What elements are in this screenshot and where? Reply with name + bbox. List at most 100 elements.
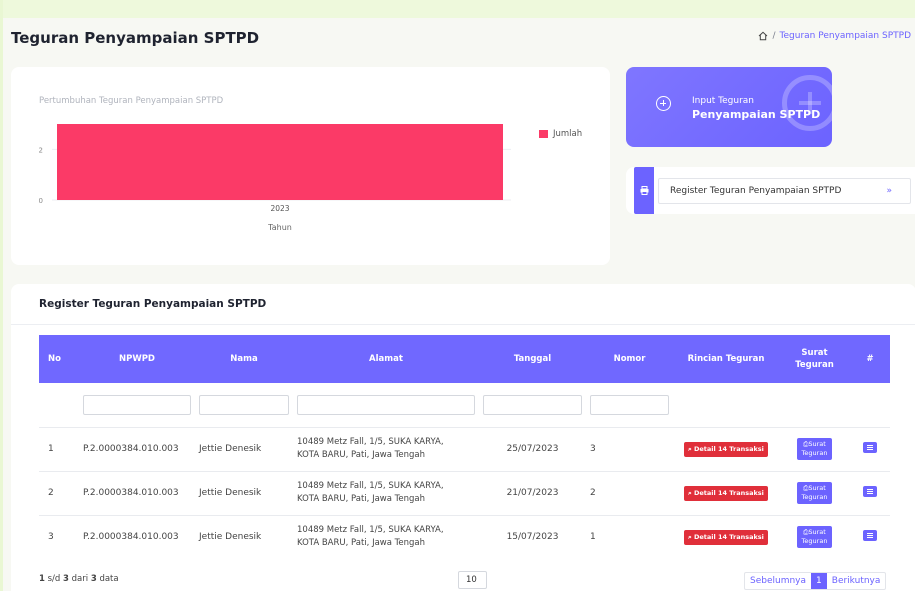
cell-surat: ⎙Surat Teguran bbox=[779, 426, 850, 471]
legend-swatch bbox=[539, 130, 548, 138]
pagination: Sebelumnya 1 Berikutnya bbox=[744, 572, 887, 590]
cell-surat: ⎙Surat Teguran bbox=[779, 470, 850, 515]
cell-rincian: ⌕ Detail 14 Transaksi bbox=[673, 470, 779, 515]
alamat-line1: 10489 Metz Fall, 1/5, SUKA KARYA, bbox=[297, 437, 444, 447]
table-row: 1 P.2.0000384.010.003 Jettie Denesik 104… bbox=[39, 426, 890, 471]
filter-cell-empty bbox=[850, 383, 890, 427]
surat-label-2: Teguran bbox=[801, 537, 828, 546]
register-teguran-label: Register Teguran Penyampaian SPTPD bbox=[670, 186, 842, 196]
cell-tanggal: 25/07/2023 bbox=[479, 426, 586, 471]
chart-legend[interactable]: Jumlah bbox=[539, 129, 582, 139]
column-header-no[interactable]: No bbox=[39, 335, 79, 383]
detail-transaksi-button[interactable]: ⌕ Detail 14 Transaksi bbox=[684, 529, 768, 545]
y-tick-label: 0 bbox=[39, 197, 43, 205]
alamat-line1: 10489 Metz Fall, 1/5, SUKA KARYA, bbox=[297, 525, 444, 536]
column-header-surat[interactable]: Surat Teguran bbox=[779, 335, 850, 383]
surat-teguran-button[interactable]: ⎙Surat Teguran bbox=[796, 526, 833, 549]
surat-label-1: Surat bbox=[808, 484, 826, 492]
filter-cell-empty bbox=[779, 383, 850, 427]
info-sd: s/d bbox=[47, 574, 61, 584]
list-icon[interactable] bbox=[863, 530, 877, 542]
cell-alamat: 10489 Metz Fall, 1/5, SUKA KARYA, KOTA B… bbox=[293, 470, 479, 515]
list-icon[interactable] bbox=[863, 442, 877, 453]
cell-tanggal: 21/07/2023 bbox=[479, 470, 586, 515]
filter-row bbox=[39, 383, 890, 427]
detail-transaksi-button[interactable]: ⌕ Detail 14 Transaksi bbox=[684, 441, 768, 457]
surat-label-2: Teguran bbox=[801, 493, 828, 501]
bar bbox=[57, 124, 503, 200]
column-header-alamat[interactable]: Alamat bbox=[293, 335, 479, 383]
info-from: 1 bbox=[39, 574, 45, 584]
cell-npwpd: P.2.0000384.010.003 bbox=[79, 426, 195, 471]
cell-alamat: 10489 Metz Fall, 1/5, SUKA KARYA, KOTA B… bbox=[293, 426, 479, 471]
surat-label-2: Teguran bbox=[801, 449, 828, 457]
column-header-npwpd[interactable]: NPWPD bbox=[79, 335, 195, 383]
column-header-nomor[interactable]: Nomor bbox=[586, 335, 673, 383]
page-title: Teguran Penyampaian SPTPD bbox=[11, 29, 260, 47]
legend-label: Jumlah bbox=[553, 129, 583, 139]
detail-transaksi-button[interactable]: ⌕ Detail 14 Transaksi bbox=[684, 485, 768, 501]
register-teguran-tile: Register Teguran Penyampaian SPTPD » bbox=[626, 167, 915, 214]
input-tile-line2: Penyampaian SPTPD bbox=[692, 108, 821, 121]
cell-actions bbox=[850, 470, 890, 515]
divider bbox=[11, 324, 915, 325]
filter-nama-input[interactable] bbox=[199, 394, 289, 415]
filter-cell-empty bbox=[39, 383, 79, 427]
input-teguran-tile[interactable]: Input Teguran Penyampaian SPTPD bbox=[626, 67, 832, 147]
breadcrumb: / Teguran Penyampaian SPTPD bbox=[758, 31, 911, 41]
page-button-1[interactable]: 1 bbox=[811, 573, 827, 589]
bar-chart: 0 2 2023 Tahun bbox=[39, 124, 511, 232]
cell-rincian: ⌕ Detail 14 Transaksi bbox=[673, 514, 779, 559]
column-header-actions: # bbox=[850, 335, 890, 383]
list-icon[interactable] bbox=[863, 486, 877, 497]
filter-cell-empty bbox=[673, 383, 779, 427]
cell-surat: ⎙Surat Teguran bbox=[779, 514, 850, 559]
top-strip bbox=[3, 0, 915, 18]
cell-tanggal: 15/07/2023 bbox=[479, 514, 586, 559]
breadcrumb-current: Teguran Penyampaian SPTPD bbox=[779, 31, 911, 41]
breadcrumb-separator: / bbox=[772, 31, 776, 41]
surat-label-1: Surat bbox=[808, 440, 826, 448]
surat-label-1: Surat bbox=[808, 528, 826, 537]
cell-nama: Jettie Denesik bbox=[195, 470, 293, 515]
prev-page-button[interactable]: Sebelumnya bbox=[745, 573, 811, 589]
cell-nomor: 1 bbox=[586, 514, 673, 559]
y-tick-label: 2 bbox=[39, 146, 43, 154]
next-page-button[interactable]: Berikutnya bbox=[827, 573, 886, 589]
filter-nomor-input[interactable] bbox=[590, 394, 669, 415]
cell-rincian: ⌕ Detail 14 Transaksi bbox=[673, 426, 779, 471]
filter-tanggal-input[interactable] bbox=[483, 394, 582, 415]
cell-nama: Jettie Denesik bbox=[195, 426, 293, 471]
alamat-line2: KOTA BARU, Pati, Jawa Tengah bbox=[297, 450, 426, 460]
table-header-row: No NPWPD Nama Alamat Tanggal Nomor Rinci… bbox=[39, 335, 890, 383]
table-row: 3 P.2.0000384.010.003 Jettie Denesik 104… bbox=[39, 514, 890, 559]
cell-no: 2 bbox=[39, 470, 79, 515]
home-icon[interactable] bbox=[758, 31, 768, 41]
chevron-right-icon: » bbox=[886, 186, 892, 196]
plus-circle-watermark-icon bbox=[782, 75, 832, 131]
column-header-nama[interactable]: Nama bbox=[195, 335, 293, 383]
cell-nomor: 3 bbox=[586, 426, 673, 471]
info-dari: dari bbox=[71, 574, 89, 584]
cell-alamat: 10489 Metz Fall, 1/5, SUKA KARYA, KOTA B… bbox=[293, 514, 479, 559]
column-header-rincian[interactable]: Rincian Teguran bbox=[673, 335, 779, 383]
info-total: 3 bbox=[90, 574, 97, 584]
page-size-select[interactable]: 10 bbox=[458, 571, 487, 589]
x-axis-label: Tahun bbox=[267, 223, 292, 232]
surat-teguran-button[interactable]: ⎙Surat Teguran bbox=[796, 482, 833, 504]
cell-npwpd: P.2.0000384.010.003 bbox=[79, 514, 195, 559]
alamat-line1: 10489 Metz Fall, 1/5, SUKA KARYA, bbox=[297, 481, 444, 491]
register-table-card: Register Teguran Penyampaian SPTPD No NP… bbox=[11, 284, 915, 591]
filter-npwpd-input[interactable] bbox=[83, 394, 191, 415]
column-header-tanggal[interactable]: Tanggal bbox=[479, 335, 586, 383]
input-tile-line1: Input Teguran bbox=[692, 96, 755, 106]
detail-transaksi-label: Detail 14 Transaksi bbox=[693, 488, 764, 497]
register-teguran-link[interactable]: Register Teguran Penyampaian SPTPD » bbox=[658, 178, 911, 204]
cell-npwpd: P.2.0000384.010.003 bbox=[79, 470, 195, 515]
register-table: No NPWPD Nama Alamat Tanggal Nomor Rinci… bbox=[39, 335, 890, 559]
printer-icon-box bbox=[634, 167, 654, 214]
surat-teguran-button[interactable]: ⎙Surat Teguran bbox=[796, 438, 833, 460]
filter-alamat-input[interactable] bbox=[297, 394, 475, 415]
table-row: 2 P.2.0000384.010.003 Jettie Denesik 104… bbox=[39, 470, 890, 515]
alamat-line2: KOTA BARU, Pati, Jawa Tengah bbox=[297, 538, 426, 549]
